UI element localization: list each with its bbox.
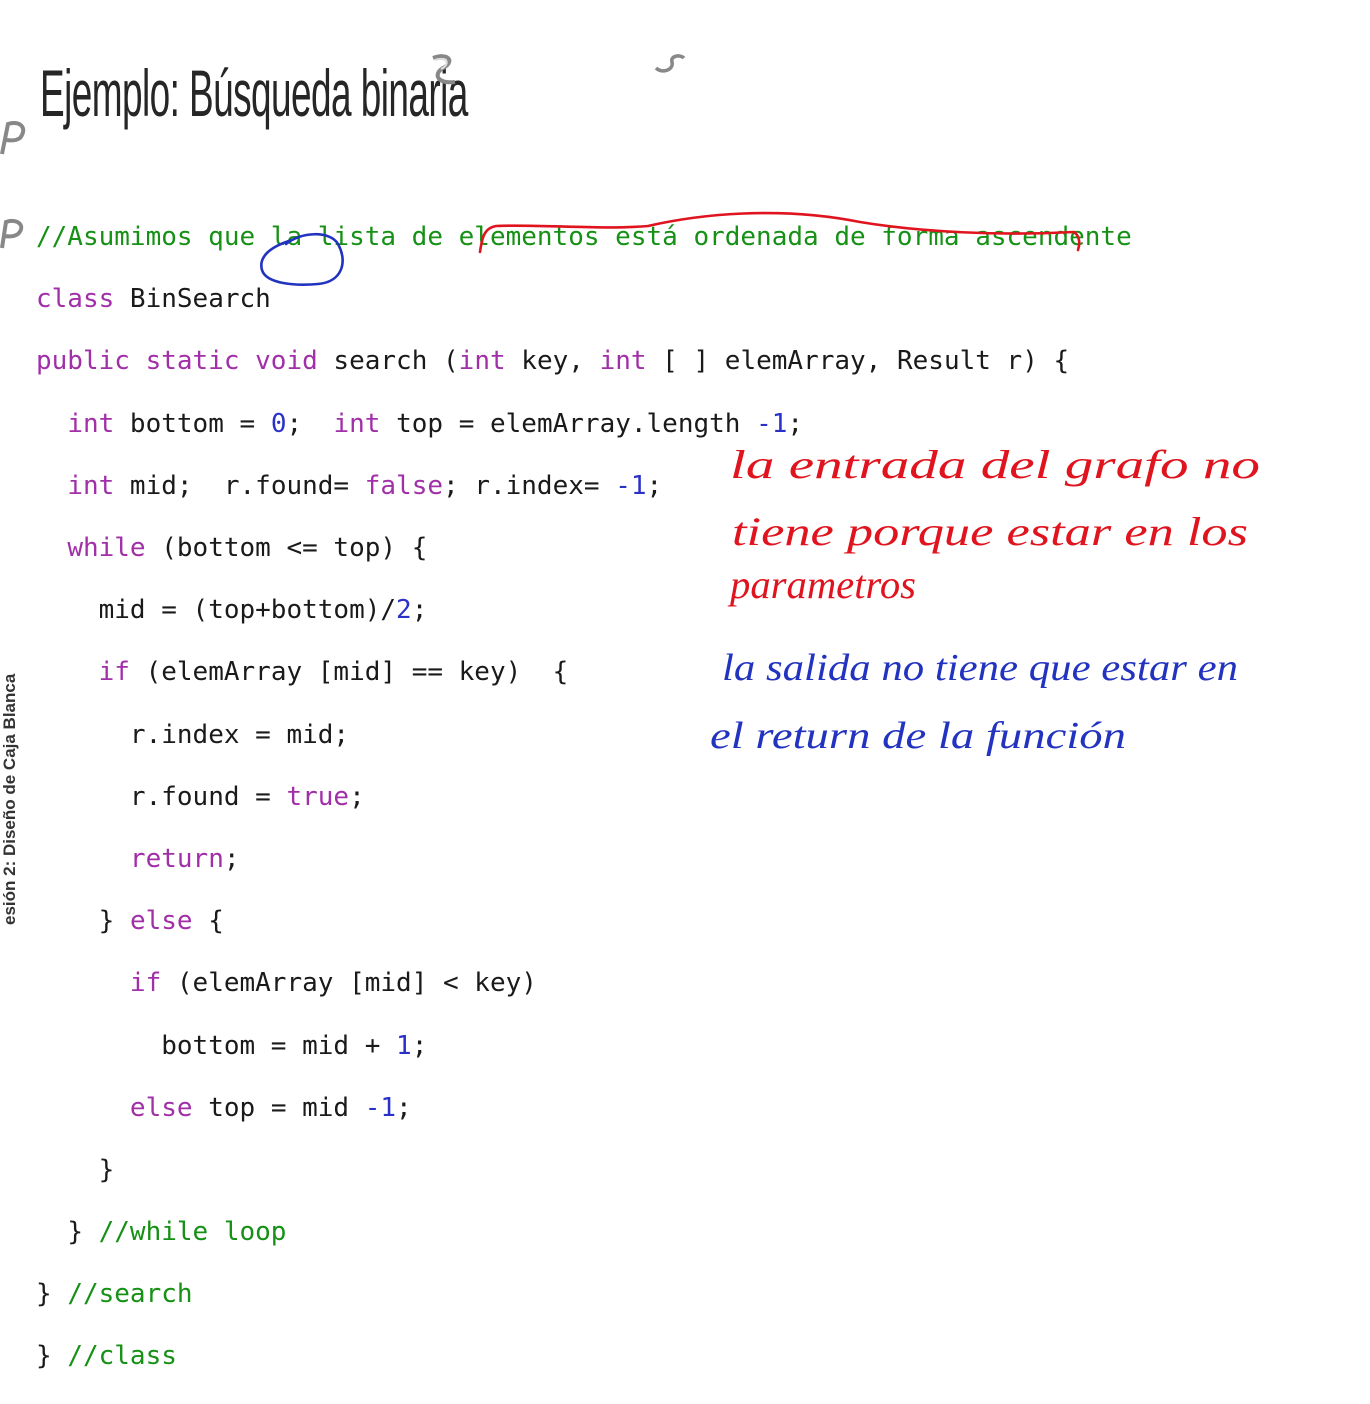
blue-note-line-2: el return de la función: [710, 715, 1126, 757]
code-comment: //search: [67, 1279, 193, 1310]
code-text: }: [98, 1154, 115, 1185]
red-note-line-3: parametros: [727, 562, 916, 607]
code-keyword: else: [129, 1092, 193, 1123]
code-line-16: }: [36, 1155, 1132, 1186]
code-line-19: } //class: [36, 1341, 1132, 1372]
code-comment: //while loop: [98, 1217, 287, 1248]
code-line-17: } //while loop: [36, 1217, 1132, 1248]
code-text: }: [67, 1217, 99, 1248]
code-line-15: else top = mid -1;: [36, 1093, 1132, 1124]
red-note-line-2: tiene porque estar en los: [732, 509, 1248, 554]
blue-note-line-1: la salida no tiene que estar en: [722, 647, 1238, 689]
code-comment: //class: [67, 1341, 177, 1372]
code-number: -1: [364, 1092, 397, 1123]
code-text: ;: [396, 1092, 412, 1123]
handwritten-notes: la entrada del grafo no tiene porque est…: [710, 442, 1260, 757]
code-text: }: [36, 1341, 68, 1372]
code-text: }: [36, 1279, 68, 1310]
code-line-18: } //search: [36, 1279, 1132, 1310]
code-text: top = mid: [192, 1092, 365, 1123]
red-note-line-1: la entrada del grafo no: [730, 442, 1260, 487]
